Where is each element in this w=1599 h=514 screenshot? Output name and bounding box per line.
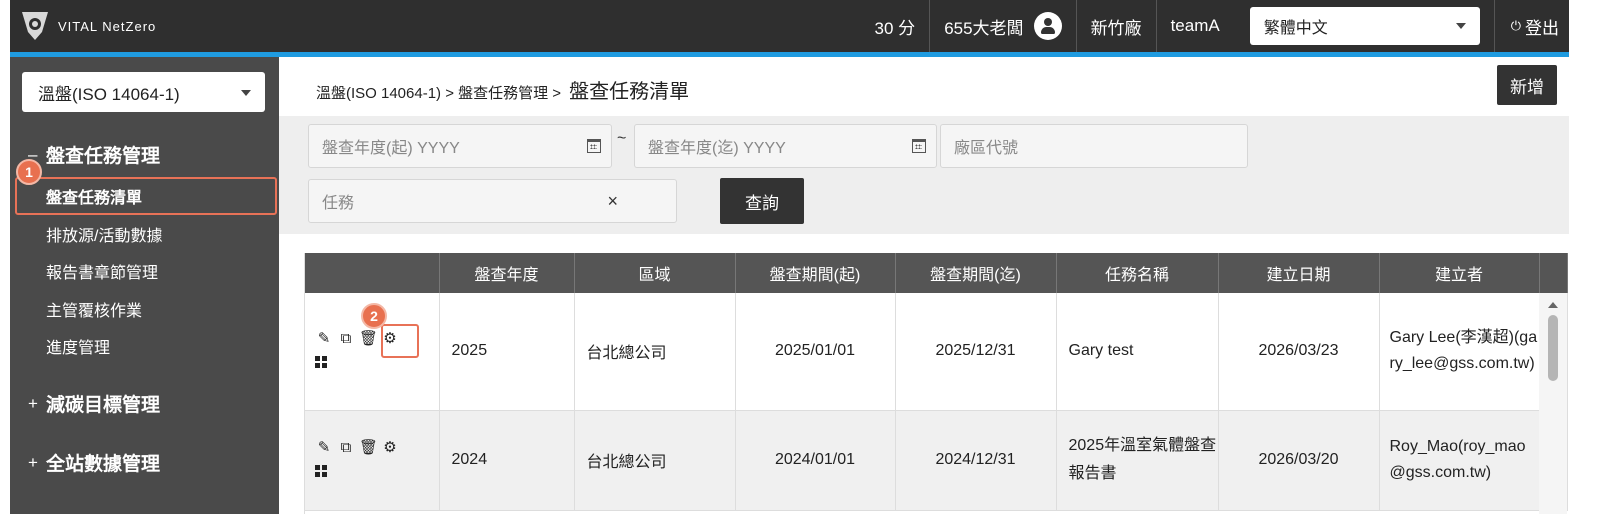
- calendar-icon[interactable]: [587, 139, 601, 153]
- scrollbar-thumb[interactable]: [1548, 315, 1558, 381]
- scroll-up-icon[interactable]: [1548, 302, 1558, 308]
- standard-select[interactable]: 溫盤(ISO 14064-1): [22, 72, 265, 112]
- sidebar: 溫盤(ISO 14064-1) – 盤查任務管理 1 盤查任務清單 排放源/活動…: [10, 57, 279, 514]
- cell-creator: Roy_Mao(roy_mao@gss.com.tw): [1379, 410, 1540, 511]
- table-header-row: 盤查年度 區域 盤查期間(起) 盤查期間(迄) 任務名稱 建立日期 建立者: [305, 253, 1568, 293]
- query-button[interactable]: 查詢: [720, 178, 804, 224]
- cell-task-name: Gary test: [1056, 293, 1219, 411]
- sidebar-item-progress[interactable]: 進度管理: [46, 334, 110, 358]
- filter-panel: 盤查年度(起) YYYY ~ 盤查年度(迄) YYYY 廠區代號 任務 ×: [279, 116, 1569, 234]
- year-start-input[interactable]: 盤查年度(起) YYYY: [308, 124, 612, 168]
- column-header-period-start[interactable]: 盤查期間(起): [735, 253, 896, 293]
- brand-logo[interactable]: VITAL NetZero: [20, 10, 320, 42]
- cell-created-date: 2026/03/20: [1218, 410, 1380, 511]
- step-badge-1: 1: [16, 159, 42, 185]
- table-scrollbar[interactable]: [1539, 293, 1567, 514]
- year-end-input[interactable]: 盤查年度(迄) YYYY: [634, 124, 937, 168]
- year-start-placeholder: 盤查年度(起) YYYY: [322, 140, 460, 157]
- row-actions: ✎ ⧉ 🗑 ⚙: [305, 410, 440, 511]
- qr-code-icon[interactable]: [315, 464, 327, 477]
- nav-group-site-data[interactable]: + 全站數據管理: [28, 449, 160, 476]
- task-placeholder: 任務: [322, 195, 355, 212]
- score-display: 30 分: [874, 18, 916, 38]
- chevron-down-icon: [241, 90, 251, 96]
- sidebar-item-manager-review[interactable]: 主管覆核作業: [46, 297, 142, 321]
- edit-icon[interactable]: ✎: [315, 439, 333, 457]
- nav-group-label: 全站數據管理: [46, 454, 161, 475]
- delete-icon[interactable]: 🗑: [359, 439, 378, 457]
- column-header-created-date[interactable]: 建立日期: [1218, 253, 1380, 293]
- column-header-creator[interactable]: 建立者: [1379, 253, 1540, 293]
- user-name: 655大老闆: [944, 18, 1024, 38]
- copy-icon[interactable]: ⧉: [337, 439, 355, 457]
- logout-button[interactable]: ⏻ 登出: [1493, 0, 1569, 52]
- cell-created-date: 2026/03/23: [1218, 293, 1380, 411]
- brand-logo-icon: [22, 12, 48, 40]
- year-end-placeholder: 盤查年度(迄) YYYY: [648, 140, 786, 157]
- cell-region: 台北總公司: [574, 410, 736, 511]
- sidebar-item-report-chapters[interactable]: 報告書章節管理: [46, 259, 158, 283]
- add-button[interactable]: 新增: [1497, 65, 1557, 105]
- cell-task-name: 2025年溫室氣體盤查報告書: [1056, 410, 1219, 511]
- language-value: 繁體中文: [1263, 20, 1328, 37]
- cell-period-start: 2024/01/01: [735, 410, 896, 511]
- nav-group-reduction-targets[interactable]: + 減碳目標管理: [28, 390, 160, 417]
- table-row[interactable]: ✎ ⧉ 🗑 ⚙ 2025 台北總公司 2025/01/01 2025/12/31…: [305, 293, 1568, 411]
- site-code-placeholder: 廠區代號: [954, 140, 1019, 157]
- brand-name: VITAL NetZero: [58, 18, 157, 34]
- table-row[interactable]: ✎ ⧉ 🗑 ⚙ 2024 台北總公司 2024/01/01 2024/12/31…: [305, 410, 1568, 511]
- qr-code-icon[interactable]: [315, 355, 327, 368]
- page-title: 盤查任務清單: [569, 81, 690, 103]
- column-header-period-end[interactable]: 盤查期間(迄): [895, 253, 1057, 293]
- chevron-down-icon: [1455, 23, 1466, 29]
- column-header-year[interactable]: 盤查年度: [439, 253, 575, 293]
- logout-label: 登出: [1525, 18, 1559, 38]
- settings-gears-icon[interactable]: ⚙: [381, 439, 399, 457]
- site-code-input[interactable]: 廠區代號: [940, 124, 1248, 168]
- expand-icon: +: [28, 393, 38, 413]
- sidebar-item-task-list[interactable]: 盤查任務清單: [46, 184, 142, 208]
- column-header-region[interactable]: 區域: [574, 253, 736, 293]
- frame-left-edge: [0, 0, 10, 514]
- cell-creator: Gary Lee(李漢超)(gary_lee@gss.com.tw): [1379, 293, 1540, 411]
- language-select[interactable]: 繁體中文: [1249, 7, 1480, 45]
- cell-period-end: 2025/12/31: [895, 293, 1057, 411]
- column-header-actions: [305, 253, 440, 293]
- cell-year: 2025: [439, 293, 575, 411]
- user-avatar-icon: [1033, 12, 1062, 40]
- column-header-task-name[interactable]: 任務名稱: [1056, 253, 1219, 293]
- nav-group-label: 減碳目標管理: [46, 395, 161, 416]
- top-bar: VITAL NetZero 30 分 655大老闆 新竹廠 teamA 繁體中文…: [10, 0, 1569, 52]
- team-selector[interactable]: teamA: [1155, 0, 1234, 52]
- edit-icon[interactable]: ✎: [315, 330, 333, 348]
- cell-year: 2024: [439, 410, 575, 511]
- user-menu[interactable]: 655大老闆: [929, 0, 1075, 52]
- task-input[interactable]: 任務 ×: [308, 179, 677, 223]
- cell-period-end: 2024/12/31: [895, 410, 1057, 511]
- step-2-highlight: [381, 324, 419, 358]
- calendar-icon[interactable]: [912, 139, 926, 153]
- breadcrumb: 溫盤(ISO 14064-1) > 盤查任務管理 > 盤查任務清單: [316, 75, 689, 104]
- nav-group-label: 盤查任務管理: [46, 146, 161, 167]
- factory-selector[interactable]: 新竹廠: [1075, 0, 1156, 52]
- column-header-spacer: [1539, 253, 1568, 293]
- step-badge-2: 2: [361, 303, 387, 329]
- copy-icon[interactable]: ⧉: [337, 330, 355, 348]
- main-content: 溫盤(ISO 14064-1) > 盤查任務管理 > 盤查任務清單 新增 盤查年…: [279, 57, 1569, 514]
- power-icon: ⏻: [1510, 18, 1521, 33]
- expand-icon: +: [28, 452, 38, 472]
- cell-period-start: 2025/01/01: [735, 293, 896, 411]
- sidebar-item-emission-sources[interactable]: 排放源/活動數據: [46, 222, 162, 246]
- delete-icon[interactable]: 🗑: [359, 330, 378, 348]
- cell-region: 台北總公司: [574, 293, 736, 411]
- frame-right-edge: [1569, 0, 1599, 514]
- breadcrumb-path[interactable]: 溫盤(ISO 14064-1) > 盤查任務管理 >: [316, 82, 561, 103]
- standard-select-value: 溫盤(ISO 14064-1): [38, 84, 180, 104]
- task-table: 盤查年度 區域 盤查期間(起) 盤查期間(迄) 任務名稱 建立日期 建立者 ✎ …: [304, 253, 1569, 514]
- range-separator: ~: [617, 130, 627, 147]
- nav-group-inventory[interactable]: – 盤查任務管理: [28, 141, 160, 168]
- clear-icon[interactable]: ×: [607, 191, 618, 212]
